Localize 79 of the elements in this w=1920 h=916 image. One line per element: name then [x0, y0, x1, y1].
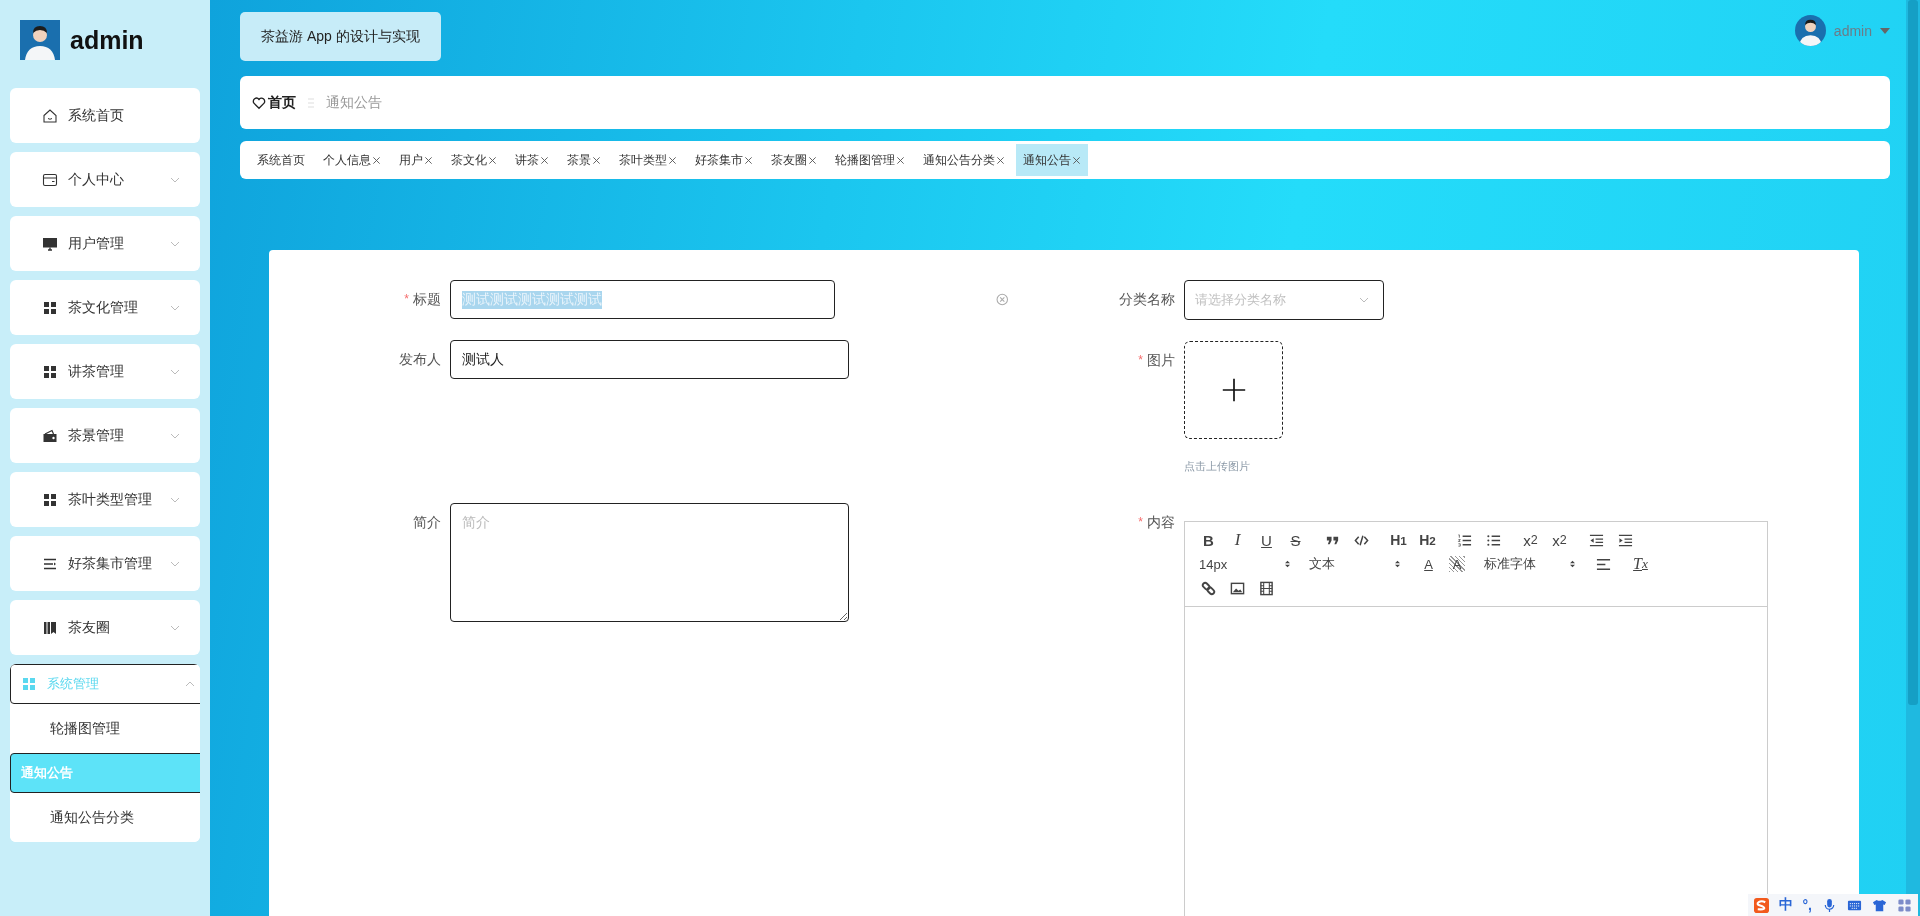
- avatar-icon: [20, 20, 60, 60]
- updown-arrows-icon: [1569, 559, 1576, 569]
- app-title: 茶益游 App 的设计与实现: [240, 12, 441, 61]
- close-icon[interactable]: [896, 155, 905, 165]
- breadcrumb-item: 通知公告: [326, 93, 382, 112]
- background-color-button[interactable]: A: [1449, 556, 1465, 572]
- input-mode[interactable]: 中: [1778, 896, 1793, 914]
- close-icon[interactable]: [668, 155, 677, 165]
- monitor-icon: [42, 235, 58, 252]
- caret-icon[interactable]: [1880, 27, 1890, 34]
- underline-button[interactable]: U: [1255, 529, 1278, 551]
- updown-arrows-icon: [1394, 559, 1401, 569]
- chevron-icon: [170, 368, 180, 375]
- align-icon[interactable]: [1596, 556, 1611, 572]
- close-icon[interactable]: [996, 155, 1005, 165]
- card-icon: [42, 171, 58, 188]
- indent-icon[interactable]: [1618, 532, 1633, 548]
- required-mark: *: [1138, 352, 1143, 369]
- chevron-icon: [170, 624, 180, 631]
- chevron-icon: [170, 432, 180, 439]
- breadcrumb-link[interactable]: 首页: [268, 93, 296, 112]
- grid-icon: [21, 676, 37, 692]
- toolbar-select[interactable]: 文本: [1307, 555, 1403, 573]
- grid-icon: [42, 363, 58, 380]
- upload-hint: 点击上传图片: [1184, 459, 1251, 474]
- microphone-icon[interactable]: [1822, 897, 1837, 913]
- summary-field[interactable]: 简介: [450, 503, 849, 622]
- chevron-icon: [170, 560, 180, 567]
- book-icon: [42, 619, 58, 636]
- grid-icon: [42, 491, 58, 508]
- close-icon[interactable]: [488, 155, 497, 165]
- punctuation-mode[interactable]: °,: [1802, 897, 1812, 913]
- close-icon[interactable]: [372, 155, 381, 165]
- tab[interactable]: 通知公告: [1016, 144, 1088, 176]
- updown-arrows-icon: [1284, 559, 1291, 569]
- heart-icon: [252, 95, 266, 110]
- field-label: 分类名称: [1119, 290, 1175, 309]
- field-label: 发布人: [399, 350, 441, 369]
- outdent-icon[interactable]: [1589, 532, 1604, 548]
- text-color-button[interactable]: A: [1417, 553, 1440, 575]
- toolbar-select[interactable]: 标准字体: [1482, 555, 1578, 573]
- close-icon[interactable]: [592, 155, 601, 165]
- link-icon[interactable]: [1201, 580, 1216, 596]
- home-icon: [42, 107, 58, 124]
- close-icon[interactable]: [744, 155, 753, 165]
- grid-icon[interactable]: [1897, 897, 1912, 913]
- field-label: 内容: [1147, 515, 1175, 529]
- italic-button[interactable]: I: [1226, 529, 1249, 551]
- avatar-icon: [1794, 15, 1826, 46]
- close-icon[interactable]: [424, 155, 433, 165]
- close-icon[interactable]: [1072, 155, 1081, 165]
- chevron-icon: [170, 496, 180, 503]
- bold-button[interactable]: B: [1197, 529, 1220, 551]
- brand-name: admin: [70, 25, 144, 55]
- field-label: 图片: [1147, 351, 1175, 370]
- scrollbar[interactable]: [1906, 0, 1920, 916]
- publisher-field[interactable]: 测试人: [450, 340, 849, 379]
- image-icon[interactable]: [1230, 580, 1245, 596]
- chevron-icon: [170, 240, 180, 247]
- strikethrough-button[interactable]: S: [1284, 529, 1307, 551]
- bullet-list-icon[interactable]: [1486, 532, 1501, 548]
- toolbar-select[interactable]: 14px: [1197, 556, 1293, 572]
- close-icon[interactable]: [808, 155, 817, 165]
- chevron-icon: [170, 304, 180, 311]
- upload-button[interactable]: [1184, 341, 1283, 439]
- required-mark: *: [1138, 515, 1143, 529]
- video-icon[interactable]: [1259, 580, 1274, 596]
- chevron-icon: [185, 681, 195, 687]
- field-label: 标题: [413, 290, 441, 309]
- close-icon[interactable]: [540, 155, 549, 165]
- shirt-icon[interactable]: [1872, 897, 1887, 913]
- input-method-icon[interactable]: [1753, 897, 1769, 913]
- field-label: 简介: [413, 513, 441, 532]
- chevron-icon: [170, 176, 180, 183]
- required-mark: *: [404, 291, 409, 308]
- numbered-list-icon[interactable]: [1457, 532, 1472, 548]
- chevron-icon: [1359, 297, 1369, 303]
- grid-icon: [42, 299, 58, 316]
- wallet-icon: [42, 427, 58, 444]
